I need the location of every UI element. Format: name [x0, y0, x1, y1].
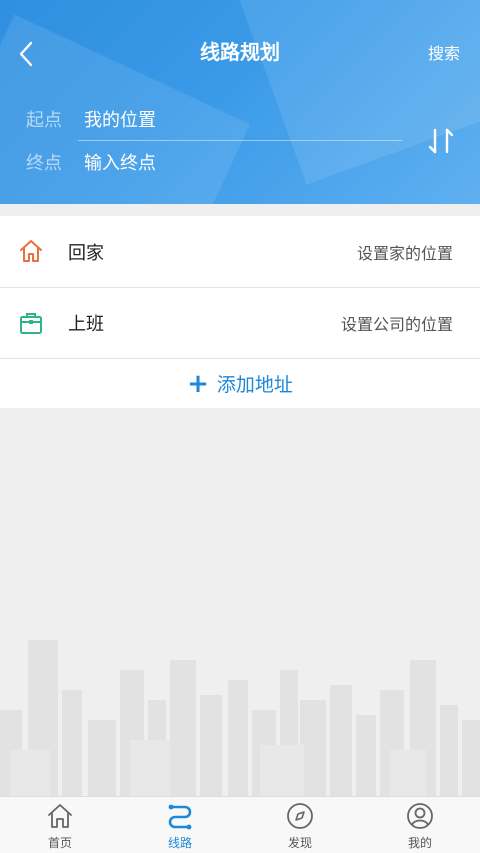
swap-icon: [428, 128, 454, 154]
tab-home[interactable]: 首页: [0, 797, 120, 853]
header: 线路规划 搜索 起点 我的位置 终点 输入终点: [0, 0, 480, 204]
shortcut-work[interactable]: 上班 设置公司的位置: [0, 287, 480, 358]
shortcut-name: 回家: [68, 242, 104, 264]
end-input[interactable]: 输入终点: [84, 149, 156, 175]
shortcut-list: 回家 设置家的位置 上班 设置公司的位置 + 添加地址: [0, 216, 480, 408]
shortcut-home[interactable]: 回家 设置家的位置: [0, 216, 480, 287]
end-label: 终点: [26, 153, 62, 174]
section-gap: [0, 204, 480, 216]
compass-icon: [287, 803, 313, 829]
briefcase-icon: [20, 313, 42, 334]
add-address-label: 添加地址: [216, 374, 293, 396]
search-button[interactable]: 搜索: [428, 40, 460, 64]
user-icon: [407, 803, 433, 829]
bottom-tab-bar: 首页 线路 发现 我的: [0, 796, 480, 853]
tab-label: 我的: [407, 836, 432, 850]
start-row[interactable]: 起点 我的位置: [0, 98, 410, 140]
shortcut-hint: 设置公司的位置: [340, 315, 453, 334]
tab-label: 首页: [47, 836, 72, 850]
page-title: 线路规划: [200, 40, 280, 64]
shortcut-hint: 设置家的位置: [356, 243, 453, 263]
shortcut-name: 上班: [68, 314, 104, 335]
add-address-button[interactable]: + 添加地址: [0, 358, 480, 408]
start-label: 起点: [26, 110, 62, 131]
tab-label: 线路: [167, 836, 192, 850]
home-tab-icon: [48, 804, 72, 828]
start-value[interactable]: 我的位置: [84, 106, 156, 132]
tab-label: 发现: [287, 836, 312, 850]
home-icon: [20, 240, 42, 262]
plus-icon: +: [187, 368, 209, 399]
swap-button[interactable]: [424, 124, 458, 158]
end-row[interactable]: 终点 输入终点: [0, 141, 410, 183]
tab-route[interactable]: 线路: [120, 797, 240, 853]
tab-mine[interactable]: 我的: [360, 797, 480, 853]
city-skyline-illustration: [0, 640, 480, 796]
route-tab-icon: [168, 804, 192, 830]
tab-discover[interactable]: 发现: [240, 797, 360, 853]
